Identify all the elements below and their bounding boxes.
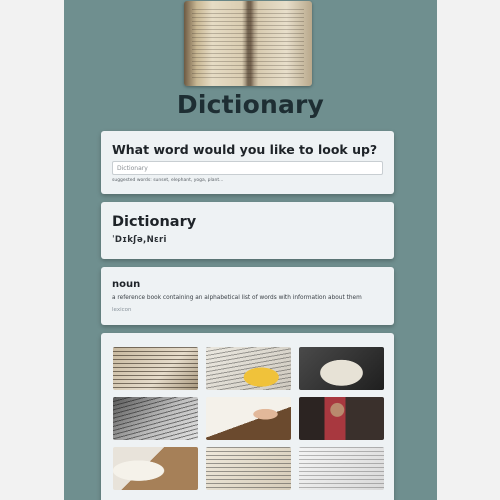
page-title: Dictionary	[176, 90, 325, 119]
image-gallery	[101, 333, 394, 500]
result-word: Dictionary	[112, 214, 197, 230]
gallery-image-dictionary-flower[interactable]	[206, 347, 291, 390]
phonetic-text: ˈDɪkʃə,Nɛri	[112, 235, 167, 245]
part-of-speech: noun	[112, 279, 141, 290]
suggested-words: suggested words: sunset, elephant, yoga,…	[112, 178, 224, 183]
gallery-image-dictionary-text[interactable]	[113, 397, 198, 440]
gallery-image-dictionary-page-closeup[interactable]	[113, 347, 198, 390]
synonym-text: lexicon	[112, 307, 132, 313]
app-container: Dictionary What word would you like to l…	[64, 0, 437, 500]
search-heading: What word would you like to look up?	[112, 142, 378, 157]
gallery-image-hands-book[interactable]	[113, 447, 198, 490]
gallery-image-open-book-dark[interactable]	[299, 347, 384, 390]
gallery-image-person-red-book[interactable]	[299, 397, 384, 440]
hero-book-image	[184, 1, 312, 86]
gallery-image-dictionary-pen[interactable]	[206, 447, 291, 490]
word-card: Dictionary ˈDɪkʃə,Nɛri	[101, 202, 394, 259]
search-card: What word would you like to look up? sug…	[101, 131, 394, 194]
meaning-card: noun a reference book containing an alph…	[101, 267, 394, 325]
definition-text: a reference book containing an alphabeti…	[112, 295, 362, 301]
gallery-image-person-reading[interactable]	[206, 397, 291, 440]
search-input[interactable]	[112, 161, 383, 175]
gallery-image-dictionary-pages[interactable]	[299, 447, 384, 490]
